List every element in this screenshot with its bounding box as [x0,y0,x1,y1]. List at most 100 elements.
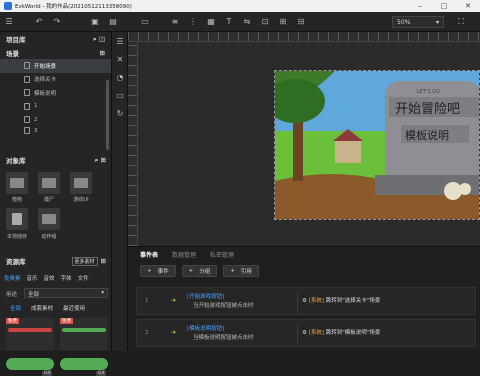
subtab-sets[interactable]: 成套素材 [31,304,53,312]
subtab-all[interactable]: 全部 [10,304,21,312]
plus-icon: + [230,268,235,274]
group-icon[interactable]: ⊞ [274,15,292,29]
subtab-recent[interactable]: 最近使用 [63,304,85,312]
tab-private[interactable]: 私密管理 [210,250,234,259]
ungroup-icon[interactable]: ⊟ [292,15,310,29]
distribute-icon[interactable]: ⋮ [184,15,202,29]
window-title: EvkWorld - 我的作品(20210512113358090) [15,4,132,10]
sign-text-sub: 模板说明 [405,128,449,142]
search-icon[interactable]: ⌕ [95,156,99,164]
add-object-icon[interactable]: ⊞ [101,156,106,164]
object-title: 对象库 [6,157,26,165]
storage-icon [12,213,22,225]
scene-item[interactable]: 开始场景 [0,59,111,73]
condition-title[interactable]: [开始游戏按钮] [187,292,224,300]
object-folder-ui[interactable] [70,172,92,194]
resource-preview-bar [6,358,54,370]
tab-font[interactable]: 字体 [61,274,72,282]
scene-preview[interactable]: 开始冒险吧 LET'S GO 模板说明 [274,70,480,220]
collapse-icon[interactable]: ◫ [99,35,105,43]
object-label: 植物 [11,197,22,203]
gear-icon: ⚙ [302,298,307,304]
plus-icon: + [147,268,152,274]
tab-file[interactable]: 文件 [78,274,89,282]
tool-strip: ☰ ✕ ◔ ▭ ↻ [112,32,128,351]
action[interactable]: ⚙ [系统] 跳转到"选择关卡"场景 [302,296,380,304]
scene-item[interactable]: 1 [0,100,111,114]
scene-title: 场景 [6,49,19,58]
tab-music[interactable]: 音乐 [27,274,38,282]
event-panel: 事件表 数据管理 私密管理 + 事件 + 分组 + 引用 1 ➜ [开始游戏按钮] 当… [128,246,480,351]
tab-event-table[interactable]: 事件表 [140,250,158,259]
toolbar: ☰ ↶ ↷ ▣ ▤ ▭ ≡ ⋮ ▦ T ⇋ ⊡ ⊞ ⊟ 50% ▾ ⛶ [0,12,480,32]
preview-icon[interactable]: ▣ [86,15,104,29]
event-row[interactable]: 2 ➜ [模板说明按钮] 当模板说明按钮被点击时 ⚙ [系统] 跳转到"模板说明… [136,319,476,347]
scene-item[interactable]: 3 [0,127,111,135]
action-text: 跳转到"模板说明"场景 [325,330,381,336]
more-resources-button[interactable]: 更多素材 [71,256,98,266]
search-icon[interactable]: ⌕ [93,35,97,43]
action[interactable]: ⚙ [系统] 跳转到"模板说明"场景 [302,328,380,336]
plus-icon: + [188,268,194,274]
use-select[interactable]: 全部 ▾ [24,288,108,298]
object-folder-zombies[interactable] [38,172,60,194]
object-label: 游戏UI [73,197,89,203]
scene-scrollbar[interactable] [106,80,109,150]
gif-badge: Gif [96,371,107,376]
tab-free[interactable]: 免费素 [4,274,21,282]
resource-thumb[interactable]: 免费 [6,318,54,350]
folder-icon[interactable]: ▭ [112,86,128,104]
cross-icon[interactable]: ✕ [112,50,128,68]
minimize-button[interactable]: – [408,2,432,10]
menu-icon[interactable]: ☰ [0,15,18,29]
shape-icon[interactable]: ▭ [136,15,154,29]
scene-icon [24,89,30,97]
title-bar: EvkWorld - 我的作品(20210512113358090) – □ ✕ [0,0,480,12]
scene-icon [24,75,30,83]
tab-sound[interactable]: 音效 [44,274,55,282]
app-logo-icon [4,2,12,10]
mirror-icon[interactable]: ⇋ [238,15,256,29]
image-icon[interactable]: ▤ [104,15,122,29]
refresh-icon[interactable]: ↻ [112,104,128,122]
text-icon[interactable]: T [220,15,238,29]
object-local-storage[interactable] [6,208,28,230]
chart-icon[interactable]: ◔ [112,68,128,86]
object-action-group[interactable] [38,208,60,230]
list-icon[interactable]: ☰ [112,32,128,50]
expand-icon[interactable]: ⛶ [452,15,470,29]
gear-icon: ⚙ [302,330,307,336]
add-resource-icon[interactable]: ⊞ [101,257,106,265]
scene-item[interactable]: 选择关卡 [0,73,111,87]
scene-item[interactable]: 2 [0,113,111,127]
condition-title[interactable]: [模板说明按钮] [187,324,224,332]
resource-title: 资源库 [6,258,26,266]
object-label: 僵尸 [43,197,54,203]
tab-data[interactable]: 数据管理 [172,250,196,259]
add-event-button[interactable]: + 事件 [140,265,176,277]
row-number: 1 [145,298,149,304]
button-label: 分组 [199,269,211,275]
add-reference-button[interactable]: + 引用 [223,265,259,277]
scene-label: 开始场景 [34,63,57,70]
close-button[interactable]: ✕ [456,2,480,10]
action-text: 跳转到"选择关卡"场景 [325,298,381,304]
top-ruler [128,32,480,42]
add-scene-icon[interactable]: ⊞ [100,49,105,57]
add-group-button[interactable]: + 分组 [181,265,218,277]
resource-thumb[interactable]: 免费 [60,318,108,350]
align-icon[interactable]: ≡ [166,15,184,29]
scene-label: 3 [34,127,38,134]
canvas-area[interactable]: 开始冒险吧 LET'S GO 模板说明 [128,32,480,246]
zoom-select[interactable]: 50% ▾ [392,16,444,28]
layer-icon[interactable]: ▦ [202,15,220,29]
scene-item[interactable]: 模板说明 [0,86,111,100]
scene-label: 1 [34,103,38,110]
lock-icon[interactable]: ⊡ [256,15,274,29]
scene-icon [24,127,30,134]
redo-icon[interactable]: ↷ [48,15,66,29]
undo-icon[interactable]: ↶ [30,15,48,29]
event-row[interactable]: 1 ➜ [开始游戏按钮] 当开始游戏按钮被点击时 ⚙ [系统] 跳转到"选择关卡… [136,287,476,315]
object-folder-plants[interactable] [6,172,28,194]
maximize-button[interactable]: □ [432,2,456,10]
